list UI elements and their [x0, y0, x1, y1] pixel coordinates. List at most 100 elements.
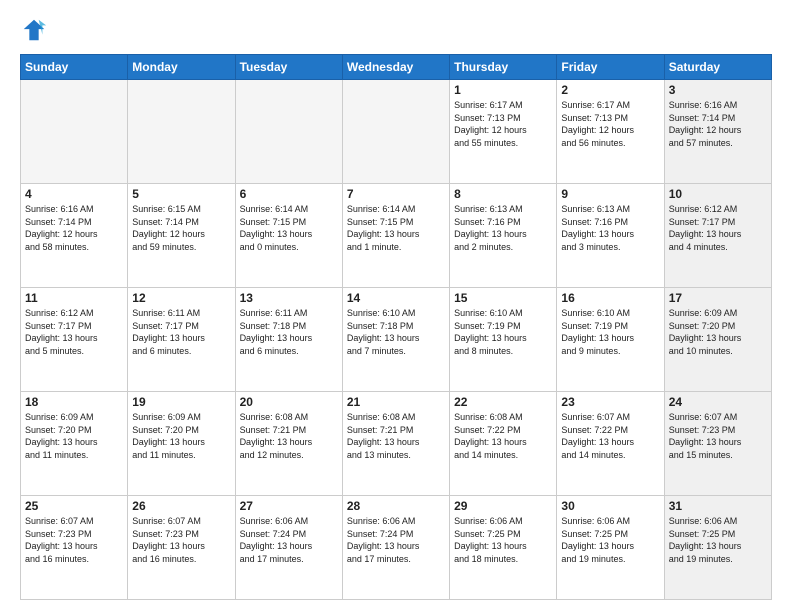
day-info: Sunrise: 6:13 AM Sunset: 7:16 PM Dayligh… — [454, 203, 552, 253]
calendar-day-cell — [128, 80, 235, 184]
calendar-day-cell: 13 Sunrise: 6:11 AM Sunset: 7:18 PM Dayli… — [235, 288, 342, 392]
calendar-day-cell — [21, 80, 128, 184]
calendar-day-cell: 25 Sunrise: 6:07 AM Sunset: 7:23 PM Dayli… — [21, 496, 128, 600]
calendar-table: SundayMondayTuesdayWednesdayThursdayFrid… — [20, 54, 772, 600]
calendar-day-cell: 8 Sunrise: 6:13 AM Sunset: 7:16 PM Daylig… — [450, 184, 557, 288]
day-info: Sunrise: 6:06 AM Sunset: 7:25 PM Dayligh… — [454, 515, 552, 565]
calendar-day-cell: 7 Sunrise: 6:14 AM Sunset: 7:15 PM Daylig… — [342, 184, 449, 288]
day-info: Sunrise: 6:09 AM Sunset: 7:20 PM Dayligh… — [25, 411, 123, 461]
page: SundayMondayTuesdayWednesdayThursdayFrid… — [0, 0, 792, 612]
calendar-day-cell: 6Sunrise: 6:14 AM Sunset: 7:15 PM Daylig… — [235, 184, 342, 288]
day-number: 3 — [669, 83, 767, 97]
day-number: 15 — [454, 291, 552, 305]
day-info: Sunrise: 6:12 AM Sunset: 7:17 PM Dayligh… — [25, 307, 123, 357]
calendar-day-cell: 18 Sunrise: 6:09 AM Sunset: 7:20 PM Dayli… — [21, 392, 128, 496]
calendar-day-cell: 16 Sunrise: 6:10 AM Sunset: 7:19 PM Dayli… — [557, 288, 664, 392]
day-number: 28 — [347, 499, 445, 513]
day-info: Sunrise: 6:07 AM Sunset: 7:23 PM Dayligh… — [132, 515, 230, 565]
day-info: Sunrise: 6:11 AM Sunset: 7:17 PM Dayligh… — [132, 307, 230, 357]
calendar-day-cell: 12 Sunrise: 6:11 AM Sunset: 7:17 PM Dayli… — [128, 288, 235, 392]
calendar-day-cell: 31Sunrise: 6:06 AM Sunset: 7:25 PM Dayli… — [664, 496, 771, 600]
calendar-day-cell — [342, 80, 449, 184]
day-info: Sunrise: 6:07 AM Sunset: 7:23 PM Dayligh… — [25, 515, 123, 565]
calendar-day-cell: 17 Sunrise: 6:09 AM Sunset: 7:20 PM Dayli… — [664, 288, 771, 392]
calendar-week-row: 18 Sunrise: 6:09 AM Sunset: 7:20 PM Dayli… — [21, 392, 772, 496]
day-number: 2 — [561, 83, 659, 97]
calendar-day-cell: 10 Sunrise: 6:12 AM Sunset: 7:17 PM Dayli… — [664, 184, 771, 288]
day-info: Sunrise: 6:11 AM Sunset: 7:18 PM Dayligh… — [240, 307, 338, 357]
calendar-day-cell: 21Sunrise: 6:08 AM Sunset: 7:21 PM Dayli… — [342, 392, 449, 496]
day-info: Sunrise: 6:16 AM Sunset: 7:14 PM Dayligh… — [669, 99, 767, 149]
calendar-header-row: SundayMondayTuesdayWednesdayThursdayFrid… — [21, 55, 772, 80]
calendar-day-cell: 24Sunrise: 6:07 AM Sunset: 7:23 PM Dayli… — [664, 392, 771, 496]
calendar-day-cell: 5 Sunrise: 6:15 AM Sunset: 7:14 PM Daylig… — [128, 184, 235, 288]
day-number: 29 — [454, 499, 552, 513]
day-info: Sunrise: 6:17 AM Sunset: 7:13 PM Dayligh… — [454, 99, 552, 149]
calendar-day-cell: 20 Sunrise: 6:08 AM Sunset: 7:21 PM Dayli… — [235, 392, 342, 496]
calendar-day-cell: 15 Sunrise: 6:10 AM Sunset: 7:19 PM Dayli… — [450, 288, 557, 392]
logo-icon — [20, 16, 48, 44]
calendar-body: 1 Sunrise: 6:17 AM Sunset: 7:13 PM Daylig… — [21, 80, 772, 600]
day-number: 17 — [669, 291, 767, 305]
day-number: 16 — [561, 291, 659, 305]
calendar-day-cell: 9 Sunrise: 6:13 AM Sunset: 7:16 PM Daylig… — [557, 184, 664, 288]
day-number: 4 — [25, 187, 123, 201]
day-info: Sunrise: 6:14 AM Sunset: 7:15 PM Dayligh… — [347, 203, 445, 253]
day-info: Sunrise: 6:13 AM Sunset: 7:16 PM Dayligh… — [561, 203, 659, 253]
day-info: Sunrise: 6:08 AM Sunset: 7:21 PM Dayligh… — [240, 411, 338, 461]
day-info: Sunrise: 6:10 AM Sunset: 7:19 PM Dayligh… — [454, 307, 552, 357]
calendar-day-header: Saturday — [664, 55, 771, 80]
day-info: Sunrise: 6:07 AM Sunset: 7:23 PM Dayligh… — [669, 411, 767, 461]
day-number: 5 — [132, 187, 230, 201]
calendar-day-cell: 29 Sunrise: 6:06 AM Sunset: 7:25 PM Dayli… — [450, 496, 557, 600]
day-number: 19 — [132, 395, 230, 409]
calendar-day-header: Sunday — [21, 55, 128, 80]
day-info: Sunrise: 6:07 AM Sunset: 7:22 PM Dayligh… — [561, 411, 659, 461]
day-info: Sunrise: 6:09 AM Sunset: 7:20 PM Dayligh… — [132, 411, 230, 461]
day-info: Sunrise: 6:09 AM Sunset: 7:20 PM Dayligh… — [669, 307, 767, 357]
header — [20, 16, 772, 44]
day-info: Sunrise: 6:14 AM Sunset: 7:15 PM Dayligh… — [240, 203, 338, 253]
day-number: 12 — [132, 291, 230, 305]
calendar-day-cell: 4 Sunrise: 6:16 AM Sunset: 7:14 PM Daylig… — [21, 184, 128, 288]
calendar-day-header: Wednesday — [342, 55, 449, 80]
day-number: 9 — [561, 187, 659, 201]
day-info: Sunrise: 6:10 AM Sunset: 7:18 PM Dayligh… — [347, 307, 445, 357]
day-number: 10 — [669, 187, 767, 201]
calendar-day-cell: 19 Sunrise: 6:09 AM Sunset: 7:20 PM Dayli… — [128, 392, 235, 496]
calendar-day-cell: 3 Sunrise: 6:16 AM Sunset: 7:14 PM Daylig… — [664, 80, 771, 184]
calendar-day-cell: 30 Sunrise: 6:06 AM Sunset: 7:25 PM Dayli… — [557, 496, 664, 600]
day-number: 25 — [25, 499, 123, 513]
day-info: Sunrise: 6:08 AM Sunset: 7:22 PM Dayligh… — [454, 411, 552, 461]
day-info: Sunrise: 6:12 AM Sunset: 7:17 PM Dayligh… — [669, 203, 767, 253]
calendar-day-header: Friday — [557, 55, 664, 80]
calendar-week-row: 4 Sunrise: 6:16 AM Sunset: 7:14 PM Daylig… — [21, 184, 772, 288]
calendar-day-cell: 27 Sunrise: 6:06 AM Sunset: 7:24 PM Dayli… — [235, 496, 342, 600]
day-info: Sunrise: 6:06 AM Sunset: 7:25 PM Dayligh… — [561, 515, 659, 565]
day-info: Sunrise: 6:17 AM Sunset: 7:13 PM Dayligh… — [561, 99, 659, 149]
calendar-day-cell: 2 Sunrise: 6:17 AM Sunset: 7:13 PM Daylig… — [557, 80, 664, 184]
day-number: 20 — [240, 395, 338, 409]
day-info: Sunrise: 6:10 AM Sunset: 7:19 PM Dayligh… — [561, 307, 659, 357]
calendar-day-header: Thursday — [450, 55, 557, 80]
day-info: Sunrise: 6:06 AM Sunset: 7:24 PM Dayligh… — [240, 515, 338, 565]
day-info: Sunrise: 6:15 AM Sunset: 7:14 PM Dayligh… — [132, 203, 230, 253]
day-number: 13 — [240, 291, 338, 305]
day-number: 22 — [454, 395, 552, 409]
calendar-week-row: 25 Sunrise: 6:07 AM Sunset: 7:23 PM Dayli… — [21, 496, 772, 600]
day-number: 8 — [454, 187, 552, 201]
calendar-day-header: Monday — [128, 55, 235, 80]
day-number: 18 — [25, 395, 123, 409]
calendar-day-cell: 1 Sunrise: 6:17 AM Sunset: 7:13 PM Daylig… — [450, 80, 557, 184]
calendar-day-cell: 28 Sunrise: 6:06 AM Sunset: 7:24 PM Dayli… — [342, 496, 449, 600]
day-number: 27 — [240, 499, 338, 513]
day-number: 14 — [347, 291, 445, 305]
day-number: 7 — [347, 187, 445, 201]
day-info: Sunrise: 6:06 AM Sunset: 7:25 PM Dayligh… — [669, 515, 767, 565]
day-number: 30 — [561, 499, 659, 513]
calendar-day-header: Tuesday — [235, 55, 342, 80]
day-info: Sunrise: 6:06 AM Sunset: 7:24 PM Dayligh… — [347, 515, 445, 565]
day-info: Sunrise: 6:16 AM Sunset: 7:14 PM Dayligh… — [25, 203, 123, 253]
day-number: 1 — [454, 83, 552, 97]
calendar-day-cell: 11Sunrise: 6:12 AM Sunset: 7:17 PM Dayli… — [21, 288, 128, 392]
